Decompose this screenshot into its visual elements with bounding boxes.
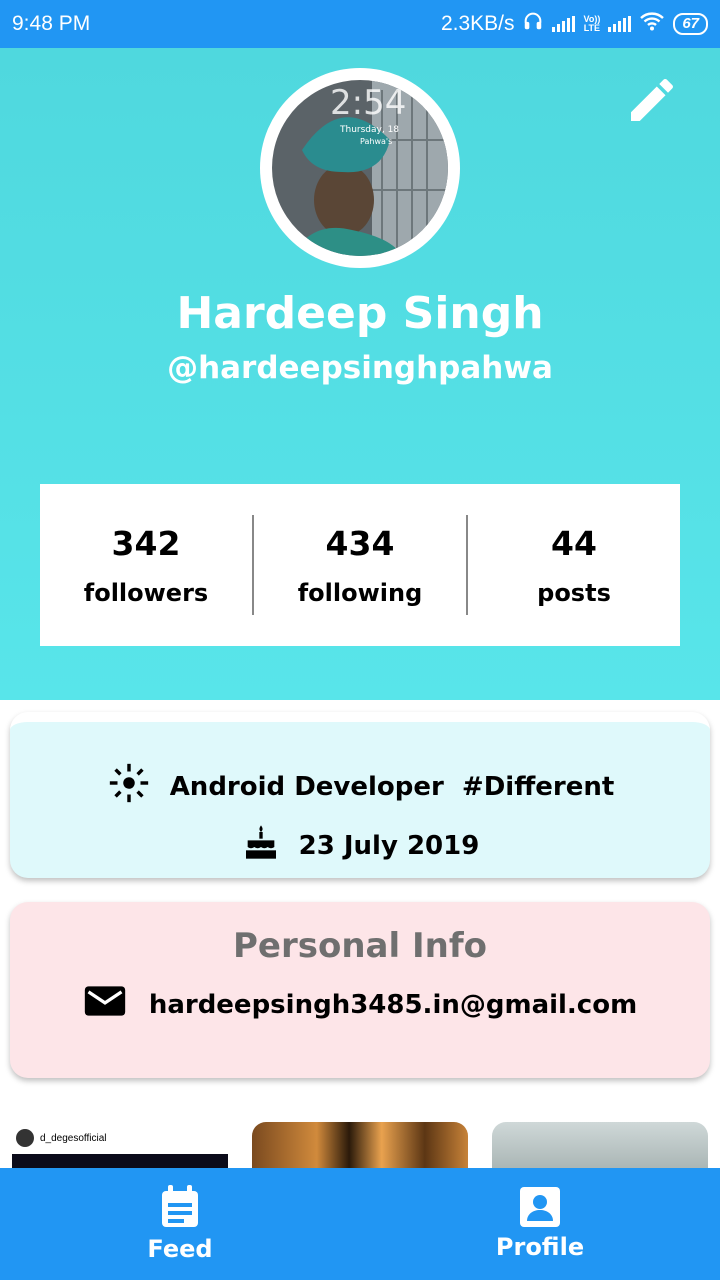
bio-card: Android Developer #Different 23 July 201… [10, 712, 710, 878]
avatar-overlay-time: 2:54 [330, 83, 406, 123]
bio-text: Android Developer #Different [169, 771, 615, 802]
status-icons: 2.3KB/s Vo)) LTE 67 [441, 10, 708, 38]
headset-icon [522, 10, 544, 38]
personal-info-card: Personal Info hardeepsingh3485.in@gmail.… [10, 902, 710, 1078]
stat-posts[interactable]: 44 posts [468, 524, 680, 607]
posts-count: 44 [551, 523, 597, 563]
date-row: 23 July 2019 [10, 821, 710, 870]
email-row[interactable]: hardeepsingh3485.in@gmail.com [10, 982, 710, 1027]
posts-label: posts [537, 578, 611, 607]
signal-icon [552, 16, 576, 32]
stat-following[interactable]: 434 following [254, 524, 466, 607]
post-thumbnail[interactable] [492, 1122, 708, 1168]
avatar-overlay-date: Thursday, 18 [339, 125, 399, 135]
profile-name: Hardeep Singh [176, 288, 544, 339]
profile-header: 2:54 Thursday, 18 Pahwa's Hardeep Singh … [0, 48, 720, 700]
profile-icon [520, 1187, 560, 1227]
volte-icon: Vo)) LTE [583, 14, 601, 33]
avatar [16, 1129, 34, 1147]
nav-feed[interactable]: Feed [0, 1168, 360, 1280]
avatar-overlay-name: Pahwa's [360, 137, 392, 146]
net-speed: 2.3KB/s [440, 12, 515, 35]
posts-grid: d_degesofficial [0, 1118, 720, 1168]
mail-icon [83, 982, 127, 1027]
avatar-image: 2:54 Thursday, 18 Pahwa's [272, 80, 448, 256]
nav-feed-label: Feed [147, 1235, 213, 1263]
stats-box: 342 followers 434 following 44 posts [40, 484, 680, 646]
personal-info-title: Personal Info [233, 926, 487, 966]
pencil-icon [631, 78, 673, 121]
followers-label: followers [83, 578, 209, 607]
bio-row: Android Developer #Different [10, 760, 710, 813]
email-text: hardeepsingh3485.in@gmail.com [148, 989, 638, 1020]
cake-icon [241, 821, 281, 870]
battery-icon: 67 [673, 13, 708, 35]
status-bar: 9:48 PM 2.3KB/s Vo)) LTE 67 [0, 0, 720, 48]
nav-profile-label: Profile [495, 1233, 585, 1261]
nav-profile[interactable]: Profile [360, 1168, 720, 1280]
following-label: following [297, 578, 423, 607]
bottom-navigation: Feed Profile [0, 1168, 720, 1280]
join-date: 23 July 2019 [298, 830, 480, 861]
sparkle-icon [106, 760, 152, 813]
post-thumbnail[interactable]: d_degesofficial [12, 1122, 228, 1168]
signal-icon-2 [608, 16, 632, 32]
thumbnail-username: d_degesofficial [40, 1132, 107, 1144]
followers-count: 342 [111, 523, 181, 563]
edit-profile-button[interactable] [624, 72, 680, 128]
following-count: 434 [325, 523, 395, 563]
wifi-icon [639, 10, 665, 38]
profile-handle: @hardeepsinghpahwa [167, 350, 553, 386]
status-time: 9:48 PM [12, 12, 91, 35]
post-thumbnail[interactable] [252, 1122, 468, 1168]
stat-followers[interactable]: 342 followers [40, 524, 252, 607]
avatar[interactable]: 2:54 Thursday, 18 Pahwa's [260, 68, 460, 268]
feed-icon [162, 1185, 198, 1227]
thumbnail-image [12, 1154, 228, 1168]
